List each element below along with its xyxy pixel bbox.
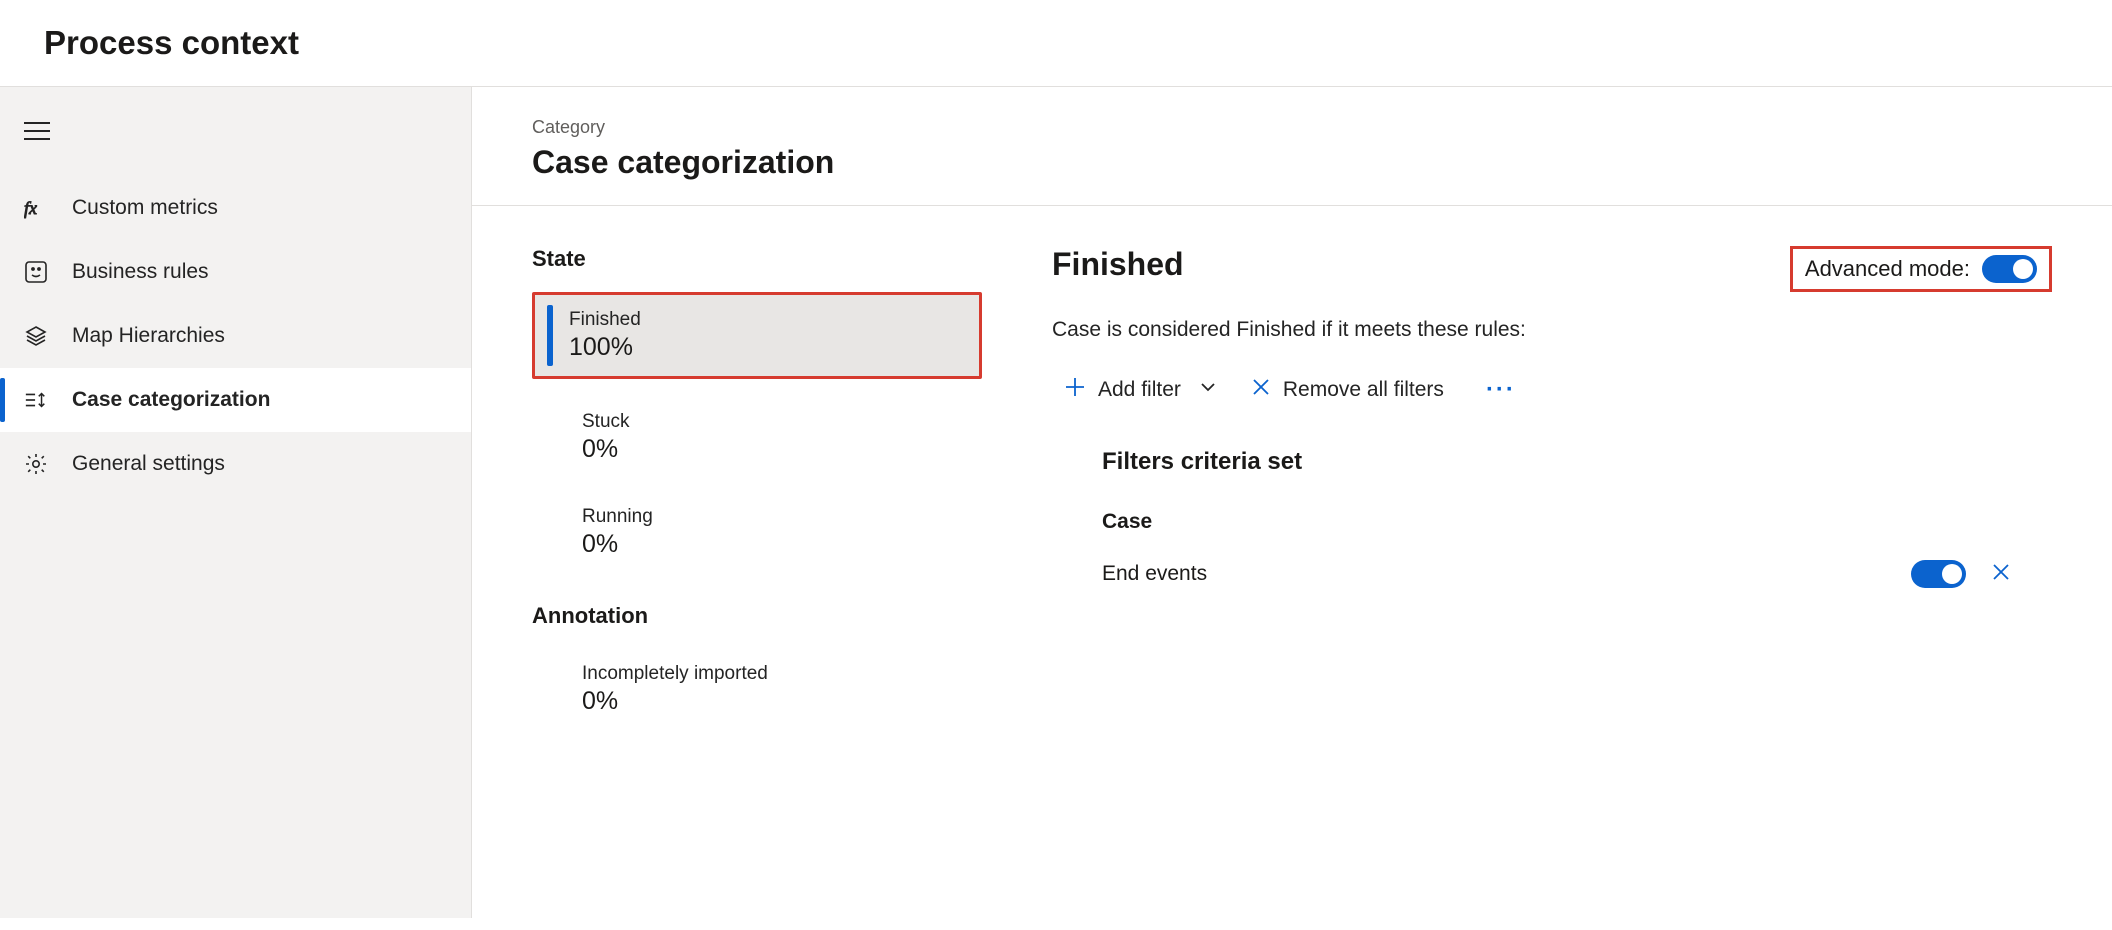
hamburger-menu-button[interactable] <box>0 111 70 171</box>
sidebar: fx Custom metrics Business rules Map Hie… <box>0 87 472 918</box>
detail-title: Finished <box>1052 246 1184 283</box>
rules-icon <box>24 260 48 284</box>
sidebar-item-business-rules[interactable]: Business rules <box>0 240 471 304</box>
category-label: Category <box>532 117 2112 138</box>
filter-toggle[interactable] <box>1911 560 1966 588</box>
sidebar-item-label: Case categorization <box>72 388 270 412</box>
state-item-stuck[interactable]: Stuck 0% <box>532 397 982 478</box>
remove-all-label: Remove all filters <box>1283 378 1444 402</box>
close-icon <box>1251 377 1271 403</box>
filter-row-end-events[interactable]: End events <box>1052 560 2052 588</box>
state-name: Finished <box>569 309 959 331</box>
rule-description: Case is considered Finished if it meets … <box>1052 318 2052 342</box>
sidebar-item-label: Map Hierarchies <box>72 324 225 348</box>
sidebar-item-map-hierarchies[interactable]: Map Hierarchies <box>0 304 471 368</box>
advanced-mode-toggle[interactable] <box>1982 255 2037 283</box>
annotation-value: 0% <box>582 687 962 716</box>
fx-icon: fx <box>24 196 48 220</box>
criteria-title: Filters criteria set <box>1052 448 2052 476</box>
sidebar-item-label: General settings <box>72 452 225 476</box>
state-value: 0% <box>582 435 962 464</box>
category-title: Case categorization <box>532 144 2112 181</box>
annotation-section-label: Annotation <box>532 603 982 629</box>
state-value: 100% <box>569 333 959 362</box>
remove-filter-button[interactable] <box>1990 561 2012 588</box>
state-item-finished[interactable]: Finished 100% <box>532 292 982 379</box>
state-name: Stuck <box>582 411 962 433</box>
hamburger-icon <box>24 121 50 141</box>
more-options-button[interactable]: ··· <box>1478 376 1524 404</box>
sidebar-item-label: Business rules <box>72 260 209 284</box>
advanced-mode-box: Advanced mode: <box>1790 246 2052 292</box>
page-title: Process context <box>44 24 2112 62</box>
state-name: Running <box>582 506 962 528</box>
remove-all-filters-button[interactable]: Remove all filters <box>1251 377 1444 403</box>
add-filter-button[interactable]: Add filter <box>1064 376 1217 404</box>
sidebar-item-general-settings[interactable]: General settings <box>0 432 471 496</box>
filter-name: End events <box>1102 562 1207 586</box>
state-section-label: State <box>532 246 982 272</box>
state-item-running[interactable]: Running 0% <box>532 492 982 573</box>
svg-text:fx: fx <box>24 198 37 218</box>
add-filter-label: Add filter <box>1098 378 1181 402</box>
sidebar-item-label: Custom metrics <box>72 196 218 220</box>
categorization-icon <box>24 388 48 412</box>
gear-icon <box>24 452 48 476</box>
main-header: Category Case categorization <box>472 87 2112 206</box>
sidebar-item-custom-metrics[interactable]: fx Custom metrics <box>0 176 471 240</box>
advanced-mode-label: Advanced mode: <box>1805 256 1970 282</box>
annotation-name: Incompletely imported <box>582 663 962 685</box>
chevron-down-icon <box>1199 378 1217 402</box>
ellipsis-icon: ··· <box>1486 376 1516 403</box>
app-header: Process context <box>0 0 2112 87</box>
criteria-subtitle: Case <box>1052 510 2052 534</box>
annotation-item-incompletely-imported[interactable]: Incompletely imported 0% <box>532 649 982 730</box>
layers-icon <box>24 324 48 348</box>
state-value: 0% <box>582 530 962 559</box>
plus-icon <box>1064 376 1086 404</box>
sidebar-item-case-categorization[interactable]: Case categorization <box>0 368 471 432</box>
